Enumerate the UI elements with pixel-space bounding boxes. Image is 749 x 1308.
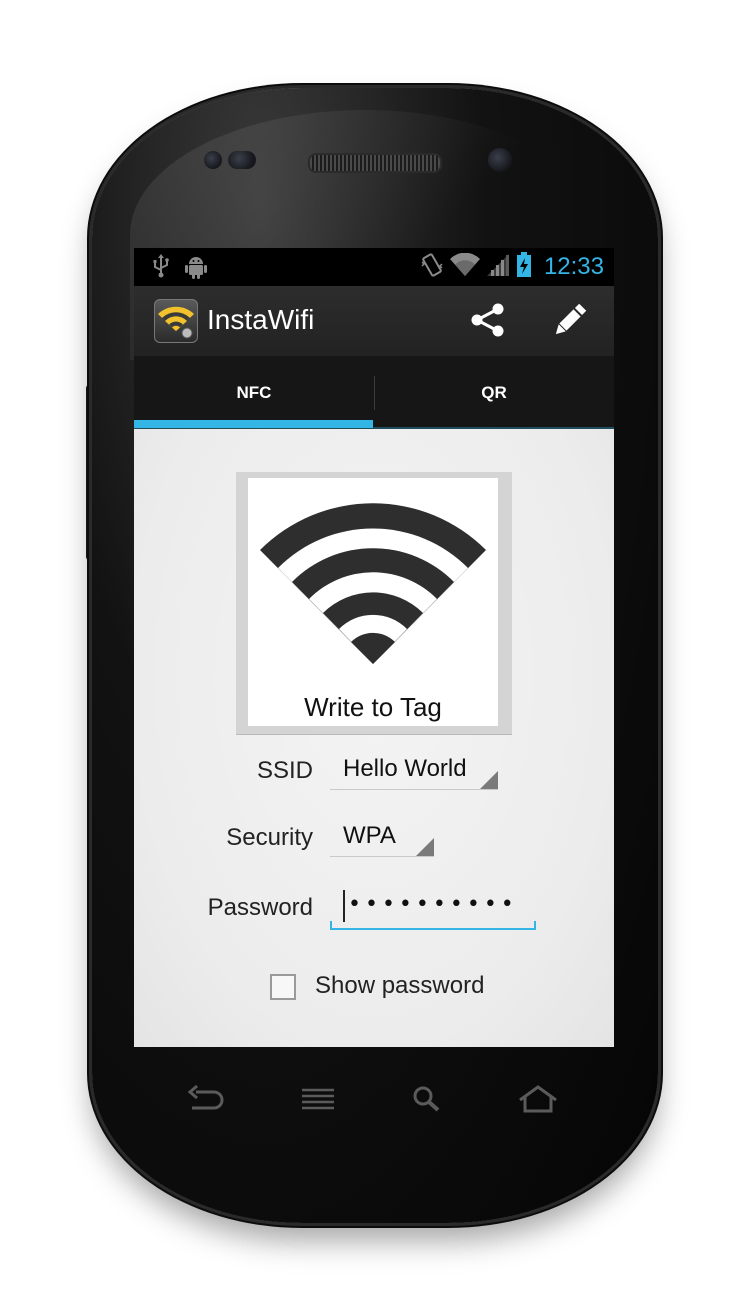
status-bar: 12:33 [134, 248, 614, 286]
spinner-arrow-icon [480, 771, 498, 789]
write-to-tag-button[interactable]: Write to Tag [236, 472, 512, 734]
device-mockup: 12:33 InstaWifi NFC QR Write to Tag SSID… [0, 0, 749, 1308]
ssid-label: SSID [256, 757, 313, 784]
share-icon [469, 301, 507, 343]
search-button[interactable] [405, 1083, 449, 1119]
ssid-spinner[interactable]: Hello World [330, 749, 498, 790]
ssid-value: Hello World [343, 755, 467, 782]
home-button[interactable] [516, 1083, 560, 1119]
wifi-icon [449, 252, 480, 281]
screen: 12:33 InstaWifi NFC QR Write to Tag SSID… [134, 248, 614, 1047]
password-label: Password [207, 894, 313, 921]
tab-bar: NFC QR [134, 356, 614, 429]
status-clock: 12:33 [543, 253, 604, 280]
security-value: WPA [343, 822, 396, 849]
selected-tab-indicator [134, 420, 373, 428]
write-to-tag-label: Write to Tag [304, 692, 442, 722]
back-icon [184, 1084, 224, 1118]
tab-qr[interactable]: QR [374, 356, 614, 429]
usb-icon [152, 254, 170, 284]
text-cursor [343, 890, 345, 922]
proximity-sensor [204, 151, 222, 169]
security-label: Security [226, 824, 313, 851]
app-icon[interactable] [154, 299, 198, 343]
share-button[interactable] [464, 298, 512, 346]
vibrate-icon [420, 252, 444, 282]
edit-button[interactable] [546, 298, 594, 346]
security-spinner[interactable]: WPA [330, 816, 434, 857]
tag-card-face: Write to Tag [248, 478, 498, 726]
show-password-label[interactable]: Show password [315, 972, 484, 1000]
earpiece-speaker [308, 153, 442, 173]
menu-button[interactable] [296, 1083, 340, 1119]
battery-charging-icon [516, 252, 532, 282]
notification-icons [152, 254, 208, 284]
show-password-checkbox[interactable] [270, 974, 296, 1000]
action-bar: InstaWifi [134, 286, 614, 356]
edit-icon [550, 300, 590, 344]
nfc-content: Write to Tag SSID Hello World Security W… [134, 429, 614, 1047]
system-icons: 12:33 [420, 252, 604, 282]
signal-icon [486, 253, 510, 281]
android-debug-icon [184, 254, 208, 284]
menu-icon [298, 1086, 338, 1116]
back-button[interactable] [182, 1083, 226, 1119]
password-mask: •••••••••• [348, 892, 518, 917]
search-icon [411, 1084, 443, 1118]
home-icon [516, 1084, 560, 1118]
tab-nfc[interactable]: NFC [134, 356, 374, 429]
front-camera [488, 148, 512, 172]
password-field[interactable]: •••••••••• [330, 884, 536, 930]
light-sensor [228, 151, 256, 169]
app-title: InstaWifi [207, 304, 315, 335]
spinner-arrow-icon [416, 838, 434, 856]
